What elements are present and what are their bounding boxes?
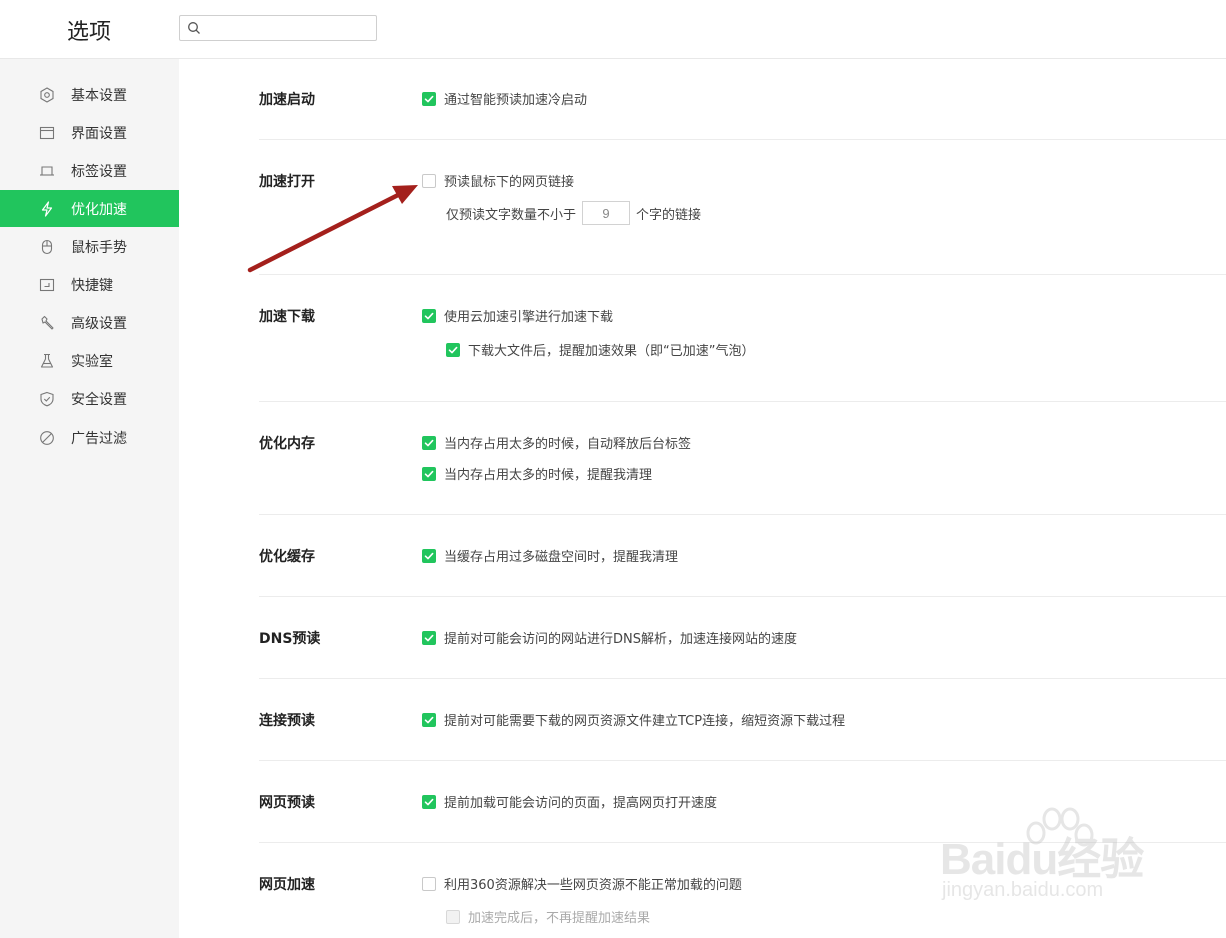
divider: [259, 274, 1226, 275]
option-label: 通过智能预读加速冷启动: [444, 93, 588, 108]
tab-icon: [38, 162, 56, 180]
checkbox[interactable]: [422, 91, 436, 106]
option-label: 当缓存占用过多磁盘空间时，提醒我清理: [444, 550, 679, 565]
option-label: 利用360资源解决一些网页资源不能正常加载的问题: [444, 878, 742, 893]
watermark-url: jingyan.baidu.com: [942, 879, 1104, 901]
option-page-prefetch[interactable]: 提前加载可能会访问的页面，提高网页打开速度: [422, 792, 717, 811]
sidebar-item-advanced[interactable]: 高级设置: [0, 304, 179, 341]
prefetch-threshold-row: 仅预读文字数量不小于 个字的链接: [446, 201, 701, 225]
option-memory-release[interactable]: 当内存占用太多的时候，自动释放后台标签: [422, 433, 691, 452]
sidebar-item-label: 安全设置: [71, 391, 127, 408]
option-memory-remind[interactable]: 当内存占用太多的时候，提醒我清理: [422, 464, 652, 483]
checkbox[interactable]: [422, 794, 436, 809]
option-label: 使用云加速引擎进行加速下载: [444, 310, 614, 325]
section-title-memory: 优化内存: [259, 436, 315, 452]
search-icon: [188, 22, 200, 34]
sidebar-item-shortcuts[interactable]: 快捷键: [0, 266, 179, 303]
sidebar-item-interface[interactable]: 界面设置: [0, 114, 179, 151]
option-label: 预读鼠标下的网页链接: [444, 175, 575, 190]
checkbox[interactable]: [422, 308, 436, 323]
checkbox[interactable]: [422, 466, 436, 481]
checkbox[interactable]: [422, 712, 436, 727]
option-label: 当内存占用太多的时候，自动释放后台标签: [444, 437, 692, 452]
threshold-prefix: 仅预读文字数量不小于: [446, 207, 577, 223]
threshold-input[interactable]: [582, 201, 631, 225]
header: 选项: [0, 0, 1226, 59]
option-tcp-preconnect[interactable]: 提前对可能需要下载的网页资源文件建立TCP连接，缩短资源下载过程: [422, 710, 845, 729]
sidebar-item-label: 优化加速: [71, 201, 127, 218]
option-label: 提前加载可能会访问的页面，提高网页打开速度: [444, 796, 718, 811]
sidebar-item-tabs[interactable]: 标签设置: [0, 152, 179, 189]
section-title-open: 加速打开: [259, 174, 315, 190]
mouse-icon: [38, 238, 56, 256]
sidebar-item-label: 快捷键: [71, 277, 113, 294]
option-label: 提前对可能会访问的网站进行DNS解析，加速连接网站的速度: [444, 632, 797, 647]
divider: [259, 596, 1226, 597]
option-download-bubble[interactable]: 下载大文件后，提醒加速效果（即“已加速”气泡）: [446, 340, 754, 359]
sidebar-item-label: 广告过滤: [71, 430, 127, 447]
section-title-connect: 连接预读: [259, 713, 315, 729]
sidebar-item-label: 基本设置: [71, 87, 127, 104]
option-cloud-download[interactable]: 使用云加速引擎进行加速下载: [422, 306, 613, 325]
checkbox[interactable]: [422, 630, 436, 645]
divider: [259, 760, 1226, 761]
sidebar-item-optimize[interactable]: 优化加速: [0, 190, 179, 227]
divider: [259, 678, 1226, 679]
baidu-watermark: Baidu经验 jingyan.baidu.com: [940, 805, 1180, 915]
option-hover-prefetch[interactable]: 预读鼠标下的网页链接: [422, 171, 574, 190]
flask-icon: [38, 352, 56, 370]
window-icon: [38, 124, 56, 142]
threshold-suffix: 个字的链接: [636, 207, 702, 223]
sidebar-item-lab[interactable]: 实验室: [0, 342, 179, 379]
checkbox[interactable]: [446, 909, 460, 924]
sidebar-item-label: 鼠标手势: [71, 239, 127, 256]
section-title-startup: 加速启动: [259, 92, 315, 108]
sidebar-item-label: 实验室: [71, 353, 113, 370]
option-label: 提前对可能需要下载的网页资源文件建立TCP连接，缩短资源下载过程: [444, 714, 846, 729]
checkbox[interactable]: [446, 342, 460, 357]
section-title-cache: 优化缓存: [259, 549, 315, 565]
option-startup-prefetch[interactable]: 通过智能预读加速冷启动: [422, 89, 587, 108]
divider: [259, 139, 1226, 140]
checkbox[interactable]: [422, 876, 436, 891]
sidebar: 基本设置 界面设置 标签设置 优化加速 鼠标手势 快捷键 高级设置 实验室 安全…: [0, 59, 179, 938]
section-title-download: 加速下载: [259, 309, 315, 325]
sidebar-item-adblock[interactable]: 广告过滤: [0, 419, 179, 456]
search-box[interactable]: [179, 15, 377, 41]
checkbox[interactable]: [422, 173, 436, 188]
block-icon: [38, 429, 56, 447]
option-accel-no-remind[interactable]: 加速完成后，不再提醒加速结果: [446, 907, 650, 926]
sidebar-item-mouse[interactable]: 鼠标手势: [0, 228, 179, 265]
option-360-resource[interactable]: 利用360资源解决一些网页资源不能正常加载的问题: [422, 874, 742, 893]
sidebar-item-label: 标签设置: [71, 163, 127, 180]
section-title-page-accel: 网页加速: [259, 877, 315, 893]
wrench-icon: [38, 314, 56, 332]
keyboard-icon: [38, 276, 56, 294]
watermark-brand: Baidu经验: [940, 835, 1144, 884]
checkbox[interactable]: [422, 548, 436, 563]
page-title: 选项: [67, 20, 112, 45]
section-title-page-prefetch: 网页预读: [259, 795, 315, 811]
option-cache-remind[interactable]: 当缓存占用过多磁盘空间时，提醒我清理: [422, 546, 678, 565]
search-input[interactable]: [206, 18, 370, 40]
sidebar-item-basic[interactable]: 基本设置: [0, 76, 179, 113]
sidebar-item-label: 界面设置: [71, 125, 127, 142]
shield-icon: [38, 390, 56, 408]
divider: [259, 514, 1226, 515]
divider: [259, 401, 1226, 402]
option-label: 当内存占用太多的时候，提醒我清理: [444, 468, 653, 483]
lightning-icon: [38, 200, 56, 218]
option-dns-prefetch[interactable]: 提前对可能会访问的网站进行DNS解析，加速连接网站的速度: [422, 628, 797, 647]
section-title-dns: DNS预读: [259, 631, 321, 647]
sidebar-item-security[interactable]: 安全设置: [0, 380, 179, 417]
option-label: 加速完成后，不再提醒加速结果: [468, 911, 651, 926]
gear-icon: [38, 86, 56, 104]
checkbox[interactable]: [422, 435, 436, 450]
sidebar-item-label: 高级设置: [71, 315, 127, 332]
option-label: 下载大文件后，提醒加速效果（即“已加速”气泡）: [468, 344, 755, 359]
